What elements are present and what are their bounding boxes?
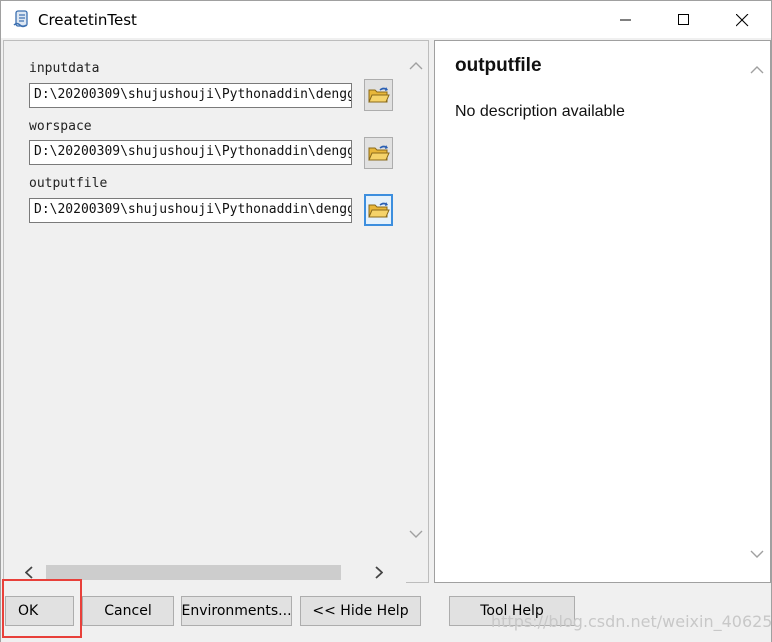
scroll-up-arrow[interactable] xyxy=(408,59,424,73)
param-label-outputfile: outputfile xyxy=(29,176,108,191)
ok-highlight-box xyxy=(2,579,82,638)
window-title: CreatetinTest xyxy=(38,11,137,29)
maximize-button[interactable] xyxy=(655,1,713,39)
help-scroll-up-arrow[interactable] xyxy=(749,63,765,77)
chevron-up-icon xyxy=(750,66,764,74)
help-pane: outputfile No description available xyxy=(434,40,771,583)
param-label-worspace: worspace xyxy=(29,119,92,134)
close-button[interactable] xyxy=(713,1,771,39)
chevron-down-icon xyxy=(750,550,764,558)
open-folder-icon xyxy=(367,202,390,218)
minimize-icon xyxy=(620,19,631,21)
open-folder-icon xyxy=(367,145,390,161)
script-tool-icon xyxy=(12,10,30,30)
chevron-right-icon xyxy=(375,566,383,579)
environments-button[interactable]: Environments... xyxy=(181,596,292,626)
parameters-pane: inputdata D:\20200309\shujushouji\Python… xyxy=(3,40,429,583)
close-icon xyxy=(735,13,748,26)
watermark: https://blog.csdn.net/weixin_40625478 xyxy=(491,612,772,631)
scroll-down-arrow[interactable] xyxy=(408,527,424,541)
help-scroll-down-arrow[interactable] xyxy=(749,547,765,561)
title-bar[interactable]: CreatetinTest xyxy=(0,0,772,38)
horizontal-scroll-thumb[interactable] xyxy=(46,565,341,580)
cancel-button[interactable]: Cancel xyxy=(82,596,174,626)
outputfile-browse-button[interactable] xyxy=(364,194,393,226)
worspace-field[interactable]: D:\20200309\shujushouji\Pythonaddin\deng… xyxy=(29,140,352,165)
help-description: No description available xyxy=(455,103,625,120)
scroll-right-arrow[interactable] xyxy=(372,565,386,580)
inputdata-browse-button[interactable] xyxy=(364,79,393,111)
outputfile-field[interactable]: D:\20200309\shujushouji\Pythonaddin\deng… xyxy=(29,198,352,223)
left-vertical-scrollbar[interactable] xyxy=(404,41,428,563)
open-folder-icon xyxy=(367,87,390,103)
dialog-body: inputdata D:\20200309\shujushouji\Python… xyxy=(0,38,772,642)
chevron-left-icon xyxy=(25,566,33,579)
worspace-browse-button[interactable] xyxy=(364,137,393,169)
maximize-icon xyxy=(678,14,689,25)
param-label-inputdata: inputdata xyxy=(29,61,100,76)
chevron-up-icon xyxy=(409,62,423,70)
hide-help-button[interactable]: << Hide Help xyxy=(300,596,421,626)
help-title: outputfile xyxy=(455,55,542,76)
help-vertical-scrollbar[interactable] xyxy=(744,41,770,582)
chevron-down-icon xyxy=(409,530,423,538)
inputdata-field[interactable]: D:\20200309\shujushouji\Pythonaddin\deng… xyxy=(29,83,352,108)
minimize-button[interactable] xyxy=(597,1,655,39)
scroll-left-arrow[interactable] xyxy=(22,565,36,580)
